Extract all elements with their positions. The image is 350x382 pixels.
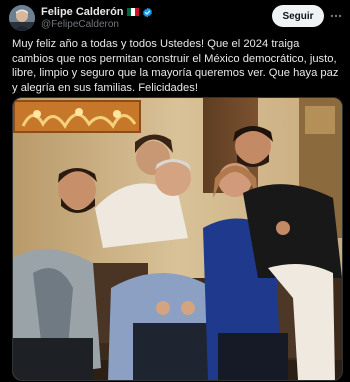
verified-badge-icon [142, 7, 152, 17]
family-photo-image [13, 98, 342, 380]
tweet-photo[interactable] [12, 97, 343, 381]
mexico-flag-icon [126, 8, 139, 16]
author-name[interactable]: Felipe Calderón [41, 6, 124, 18]
author-name-row: Felipe Calderón [41, 6, 153, 18]
avatar[interactable] [9, 5, 35, 31]
author-handle[interactable]: @FelipeCalderon [41, 19, 119, 30]
follow-button[interactable]: Seguir [272, 5, 324, 27]
more-options-icon[interactable] [330, 10, 342, 22]
tweet-text: Muy feliz año a todas y todos Ustedes! Q… [12, 38, 339, 94]
tweet-header: Felipe Calderón @FelipeCalderon Seguir [9, 4, 344, 32]
